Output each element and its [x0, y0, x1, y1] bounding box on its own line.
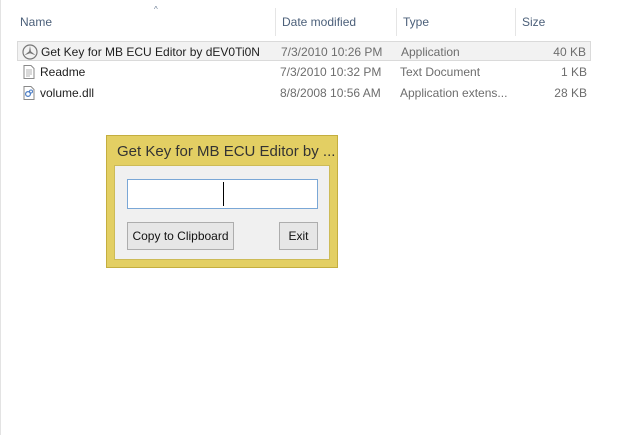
- file-type: Text Document: [400, 65, 481, 79]
- file-size: 40 KB: [553, 45, 586, 59]
- column-header-size-label: Size: [522, 15, 546, 29]
- dialog-client-area: Copy to Clipboard Exit: [114, 165, 330, 260]
- column-header-row: Name ^ Date modified Type Size: [0, 5, 595, 36]
- copy-to-clipboard-button[interactable]: Copy to Clipboard: [127, 222, 234, 250]
- dialog-title[interactable]: Get Key for MB ECU Editor by ...: [117, 142, 335, 162]
- file-type: Application extens...: [400, 86, 508, 100]
- column-header-date[interactable]: Date modified: [275, 8, 396, 36]
- column-header-type-label: Type: [403, 15, 430, 29]
- dll-file-icon: [23, 86, 35, 100]
- get-key-dialog: Get Key for MB ECU Editor by ... Copy to…: [106, 135, 338, 268]
- column-header-type[interactable]: Type: [396, 8, 515, 36]
- column-header-name-label: Name: [20, 15, 53, 29]
- mercedes-star-icon: [22, 44, 38, 60]
- column-header-name[interactable]: Name ^: [14, 5, 275, 36]
- column-header-date-label: Date modified: [282, 15, 357, 29]
- file-size: 28 KB: [554, 86, 587, 100]
- file-row[interactable]: Readme 7/3/2010 10:32 PM Text Document 1…: [17, 62, 591, 82]
- sort-ascending-icon: ^: [154, 5, 158, 14]
- file-name: Readme: [40, 65, 86, 79]
- file-date: 7/3/2010 10:32 PM: [280, 65, 382, 79]
- column-header-size[interactable]: Size: [515, 8, 595, 36]
- file-name: volume.dll: [40, 86, 95, 100]
- file-name: Get Key for MB ECU Editor by dEV0Ti0N: [41, 45, 260, 59]
- text-caret: [223, 182, 224, 206]
- exit-button[interactable]: Exit: [279, 222, 318, 250]
- text-document-icon: [23, 65, 35, 79]
- window-left-edge: [0, 0, 1, 435]
- file-type: Application: [401, 45, 460, 59]
- file-date: 8/8/2008 10:56 AM: [280, 86, 381, 100]
- file-row[interactable]: volume.dll 8/8/2008 10:56 AM Application…: [17, 83, 591, 103]
- file-date: 7/3/2010 10:26 PM: [281, 45, 383, 59]
- file-row[interactable]: Get Key for MB ECU Editor by dEV0Ti0N 7/…: [17, 41, 591, 61]
- file-size: 1 KB: [560, 65, 587, 79]
